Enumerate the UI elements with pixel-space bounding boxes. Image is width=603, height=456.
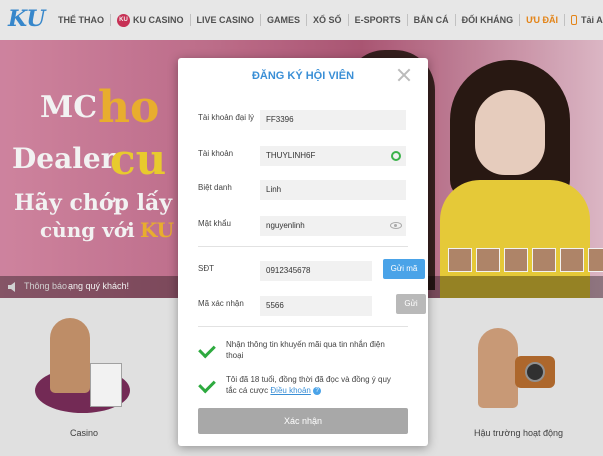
terms-checkbox-row[interactable]: Tôi đã 18 tuổi, đồng thời đã đọc và đồng… bbox=[198, 374, 408, 398]
valid-circle-icon bbox=[391, 151, 401, 161]
check-icon[interactable] bbox=[198, 376, 216, 394]
close-icon[interactable] bbox=[397, 68, 411, 82]
nickname-label: Biệt danh bbox=[198, 183, 232, 192]
account-label: Tài khoản bbox=[198, 149, 234, 158]
register-modal: ĐĂNG KÝ HỘI VIÊN Tài khoản đại lý FF3396… bbox=[178, 58, 428, 446]
account-row: Tài khoản THUYLINH6F bbox=[198, 146, 408, 166]
send-code-button[interactable]: Gửi mã bbox=[383, 259, 425, 279]
send-button[interactable]: Gửi bbox=[396, 294, 426, 314]
password-label: Mật khẩu bbox=[198, 219, 231, 228]
agent-account-label: Tài khoản đại lý bbox=[198, 113, 255, 122]
phone-row: SĐT 0912345678 Gửi mã bbox=[198, 259, 425, 281]
terms-text: Tôi đã 18 tuổi, đồng thời đã đọc và đồng… bbox=[226, 374, 401, 396]
divider bbox=[198, 326, 408, 327]
phone-label: SĐT bbox=[198, 264, 214, 273]
account-field[interactable]: THUYLINH6F bbox=[260, 146, 406, 166]
password-row: Mật khẩu nguyenlinh bbox=[198, 216, 408, 236]
agent-account-row: Tài khoản đại lý FF3396 bbox=[198, 110, 408, 130]
eye-icon[interactable] bbox=[390, 222, 402, 229]
confirm-button[interactable]: Xác nhận bbox=[198, 408, 408, 434]
nickname-field[interactable]: Linh bbox=[260, 180, 406, 200]
nickname-row: Biệt danh Linh bbox=[198, 180, 408, 200]
promo-sms-checkbox-row[interactable]: Nhận thông tin khuyến mãi qua tin nhắn đ… bbox=[198, 339, 408, 363]
terms-link[interactable]: Điều khoản bbox=[270, 386, 310, 395]
verification-label: Mã xác nhận bbox=[198, 299, 244, 308]
check-icon[interactable] bbox=[198, 341, 216, 359]
verification-row: Mã xác nhận 5566 Gửi bbox=[198, 294, 426, 316]
info-icon[interactable]: ? bbox=[313, 386, 322, 395]
divider bbox=[198, 246, 408, 247]
agent-account-field[interactable]: FF3396 bbox=[260, 110, 406, 130]
password-field[interactable]: nguyenlinh bbox=[260, 216, 406, 236]
verification-code-field[interactable]: 5566 bbox=[260, 296, 372, 316]
promo-sms-text: Nhận thông tin khuyến mãi qua tin nhắn đ… bbox=[226, 340, 385, 360]
modal-title: ĐĂNG KÝ HỘI VIÊN bbox=[251, 70, 355, 82]
phone-field[interactable]: 0912345678 bbox=[260, 261, 372, 281]
